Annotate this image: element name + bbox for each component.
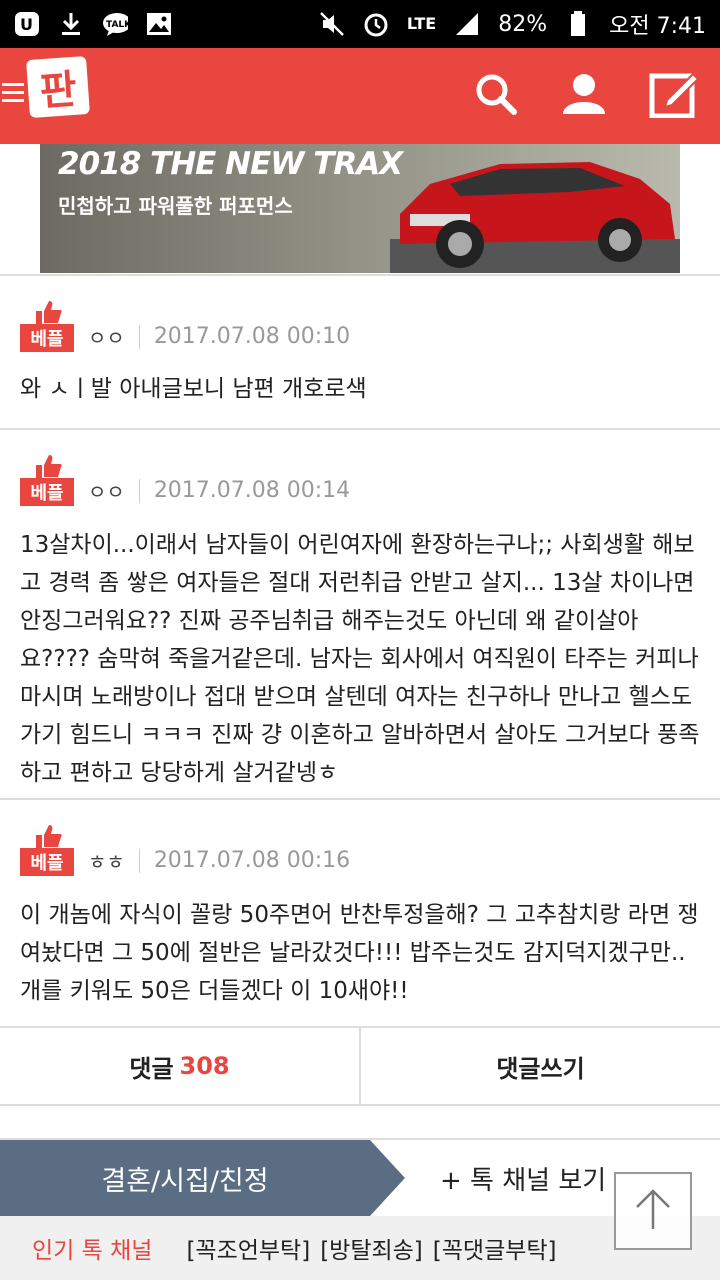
comment-meta: ㅇㅇ 2017.07.08 00:10	[88, 322, 350, 351]
arrow-up-icon	[633, 1187, 673, 1235]
best-reply-badge: 베플	[20, 454, 74, 508]
kakaotalk-icon: TALK	[102, 11, 128, 37]
channel-bar: 결혼/시집/친정 + 톡 채널 보기	[0, 1138, 720, 1216]
write-comment-button[interactable]: 댓글쓰기	[361, 1028, 720, 1104]
search-icon	[474, 72, 518, 120]
banner-title: 2018 THE NEW TRAX	[58, 146, 403, 182]
comment-date: 2017.07.08 00:10	[153, 324, 351, 349]
meta-divider	[138, 848, 140, 873]
signal-icon	[454, 11, 480, 37]
meta-divider	[138, 324, 140, 349]
view-talk-channels-link[interactable]: + 톡 채널 보기	[440, 1140, 606, 1216]
meta-divider	[138, 478, 140, 503]
thumbs-up-icon	[36, 825, 62, 848]
logo-mark: 판	[26, 55, 90, 119]
thumbs-up-icon	[36, 455, 62, 478]
view-comments-button[interactable]: 댓글 308	[0, 1028, 361, 1104]
comment-text: 와 ㅅㅣ발 아내글보니 남편 개호로색	[20, 376, 367, 402]
comment-meta: ㅇㅇ 2017.07.08 00:14	[88, 476, 350, 505]
ad-banner[interactable]: 2018 THE NEW TRAX 민첩하고 파워풀한 퍼포먼스	[40, 144, 680, 273]
popular-item[interactable]: [꼭댓글부탁]	[433, 1231, 557, 1265]
menu-icon[interactable]	[2, 80, 26, 108]
popular-item[interactable]: [방탈죄송]	[320, 1231, 423, 1265]
comment-date: 2017.07.08 00:14	[153, 478, 351, 503]
svg-text:U: U	[20, 15, 33, 34]
channel-tab[interactable]: 결혼/시집/친정	[0, 1140, 405, 1216]
popular-item[interactable]: [꼭조언부탁]	[186, 1231, 310, 1265]
clock: 오전 7:41	[609, 14, 706, 39]
profile-button[interactable]	[558, 70, 610, 122]
banner-subtitle: 민첩하고 파워풀한 퍼포먼스	[58, 194, 293, 218]
image-icon	[146, 11, 172, 37]
scroll-top-button[interactable]	[614, 1172, 692, 1250]
comment-actions: 댓글 308 댓글쓰기	[0, 1026, 720, 1106]
search-button[interactable]	[470, 70, 522, 122]
comment-author: ㅇㅇ	[88, 326, 125, 350]
comment-text: 13살차이...이래서 남자들이 어린여자에 환장하는구나;; 사회생활 해보고…	[20, 532, 700, 786]
comment-author: ㅎㅎ	[88, 850, 125, 874]
best-reply-badge: 베플	[20, 824, 74, 878]
channel-name: 결혼/시집/친정	[101, 1165, 269, 1197]
comment-item: 베플 ㅇㅇ 2017.07.08 00:14 13살차이...이래서 남자들이 …	[0, 430, 720, 796]
popular-channels: 인기 톡 채널 [꼭조언부탁] [방탈죄송] [꼭댓글부탁]	[0, 1216, 720, 1280]
comment-meta: ㅎㅎ 2017.07.08 00:16	[88, 846, 350, 875]
comment-count: 308	[179, 1052, 230, 1080]
battery-percent: 82%	[498, 11, 548, 37]
network-type: LTE	[406, 14, 437, 33]
comment-text: 이 개놈에 자식이 꼴랑 50주면어 반찬투정을해? 그 고추참치랑 라면 쟁여…	[20, 902, 699, 1004]
popular-title: 인기 톡 채널	[32, 1238, 153, 1264]
battery-icon	[565, 11, 591, 37]
car-image	[390, 162, 680, 273]
svg-text:TALK: TALK	[106, 20, 128, 30]
spacer	[0, 1106, 720, 1138]
profile-icon	[561, 72, 607, 120]
comment-date: 2017.07.08 00:16	[153, 848, 351, 873]
write-button[interactable]	[648, 70, 700, 122]
app-bar: 판	[0, 48, 720, 144]
download-icon	[58, 11, 84, 37]
comment-item: 베플 ㅎㅎ 2017.07.08 00:16 이 개놈에 자식이 꼴랑 50주면…	[0, 800, 720, 1024]
mute-icon	[319, 11, 345, 37]
u-plus-icon: U	[14, 11, 40, 37]
thumbs-up-icon	[36, 301, 62, 324]
best-reply-badge: 베플	[20, 300, 74, 354]
alarm-icon	[363, 11, 389, 37]
comment-item: 베플 ㅇㅇ 2017.07.08 00:10 와 ㅅㅣ발 아내글보니 남편 개호…	[0, 276, 720, 428]
comment-author: ㅇㅇ	[88, 480, 125, 504]
write-icon	[649, 70, 700, 122]
status-bar: U TALK LTE 82% 오전 7:41	[0, 0, 720, 48]
